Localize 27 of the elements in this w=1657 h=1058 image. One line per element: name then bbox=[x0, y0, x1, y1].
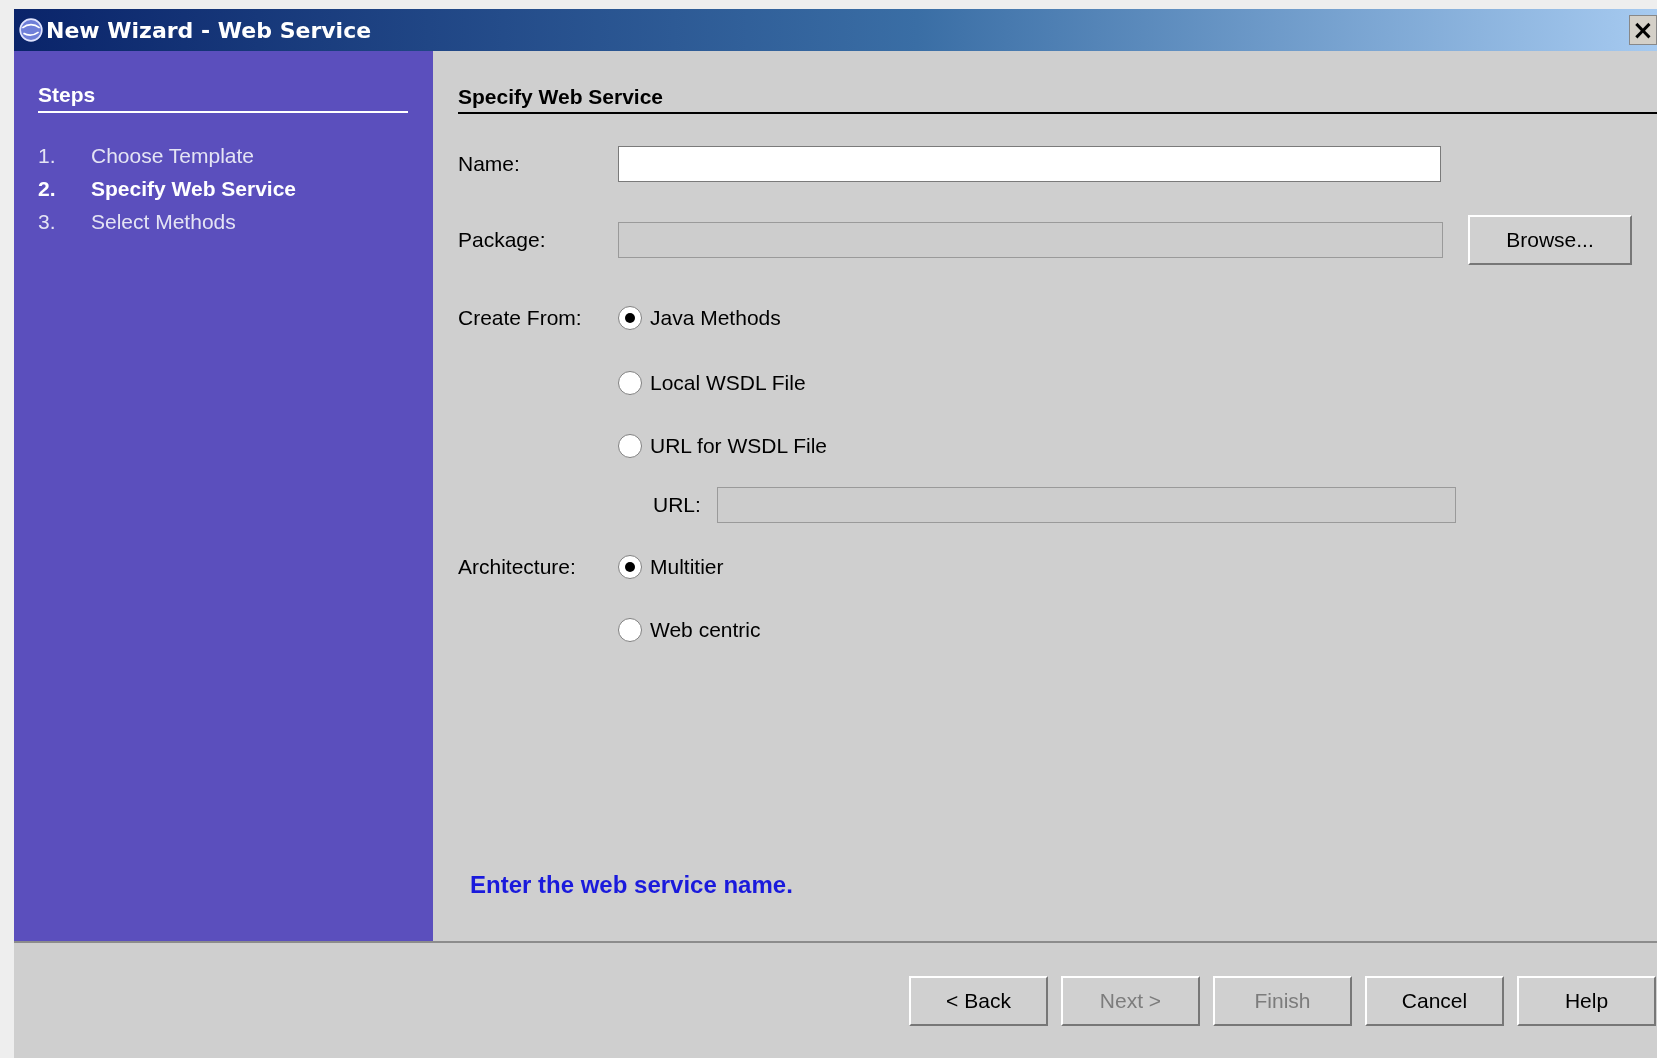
field-label: Package: bbox=[458, 228, 547, 252]
group-label: Architecture: bbox=[458, 555, 577, 579]
step-number: 2. bbox=[38, 176, 57, 201]
radio-button[interactable]: Local WSDL File bbox=[618, 371, 806, 395]
dialog-button[interactable]: < Back bbox=[909, 975, 1048, 1026]
hint-message: Enter the web service name. bbox=[470, 871, 794, 899]
globe-icon bbox=[18, 17, 44, 43]
step-label: Select Methods bbox=[91, 209, 236, 234]
radio-button[interactable]: Java Methods bbox=[618, 306, 781, 330]
steps-heading: Steps bbox=[38, 83, 408, 113]
close-button[interactable]: × bbox=[1629, 15, 1657, 45]
step-number: 1. bbox=[38, 143, 57, 168]
field-label: Name: bbox=[458, 152, 521, 176]
radio-button[interactable]: Multitier bbox=[618, 555, 724, 579]
step-label: Choose Template bbox=[91, 143, 255, 168]
step-number: 3. bbox=[38, 209, 57, 234]
name-field[interactable] bbox=[618, 146, 1441, 182]
dialog-button[interactable]: Cancel bbox=[1365, 975, 1504, 1026]
browse-button[interactable]: Browse... bbox=[1468, 215, 1632, 265]
dialog-button[interactable]: Help bbox=[1517, 975, 1656, 1026]
radio-button[interactable]: Web centric bbox=[618, 618, 761, 642]
window-title: New Wizard - Web Service bbox=[46, 17, 372, 43]
radio-button[interactable]: URL for WSDL File bbox=[618, 434, 827, 458]
field-label: URL: bbox=[653, 493, 702, 517]
panel-heading: Specify Web Service bbox=[458, 85, 1657, 114]
step-label: Specify Web Service bbox=[91, 176, 297, 201]
group-label: Create From: bbox=[458, 306, 583, 330]
